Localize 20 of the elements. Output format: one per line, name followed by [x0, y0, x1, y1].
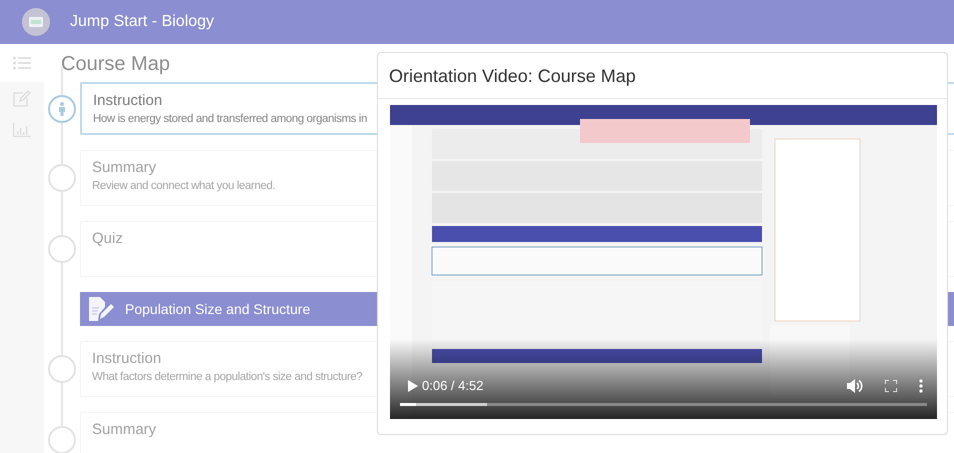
card-title: Instruction [93, 92, 164, 109]
card-title: Quiz [92, 230, 124, 247]
video-time: 0:06 / 4:52 [422, 378, 484, 393]
card-subtitle: Review and connect what you learned. [92, 180, 276, 192]
play-icon[interactable] [408, 380, 418, 392]
card-title: Instruction [92, 350, 162, 367]
more-icon[interactable] [919, 378, 923, 392]
volume-icon[interactable] [847, 378, 863, 392]
dialog-title: Orientation Video: Course Map [378, 53, 947, 99]
fullscreen-icon[interactable] [885, 380, 897, 392]
card-title: Summary [92, 159, 158, 176]
card-subtitle: How is energy stored and transferred among organisms in [93, 113, 367, 125]
app-title: Jump Start - Biology [70, 13, 214, 31]
page-title: Course Map [61, 52, 170, 77]
logo-icon [22, 8, 50, 36]
card-title: Summary [92, 421, 158, 438]
section-title: Population Size and Structure [125, 301, 310, 317]
document-edit-icon [89, 297, 115, 321]
card-subtitle: What factors determine a population's size and structure? [92, 371, 362, 383]
progress-bar[interactable] [400, 403, 927, 406]
